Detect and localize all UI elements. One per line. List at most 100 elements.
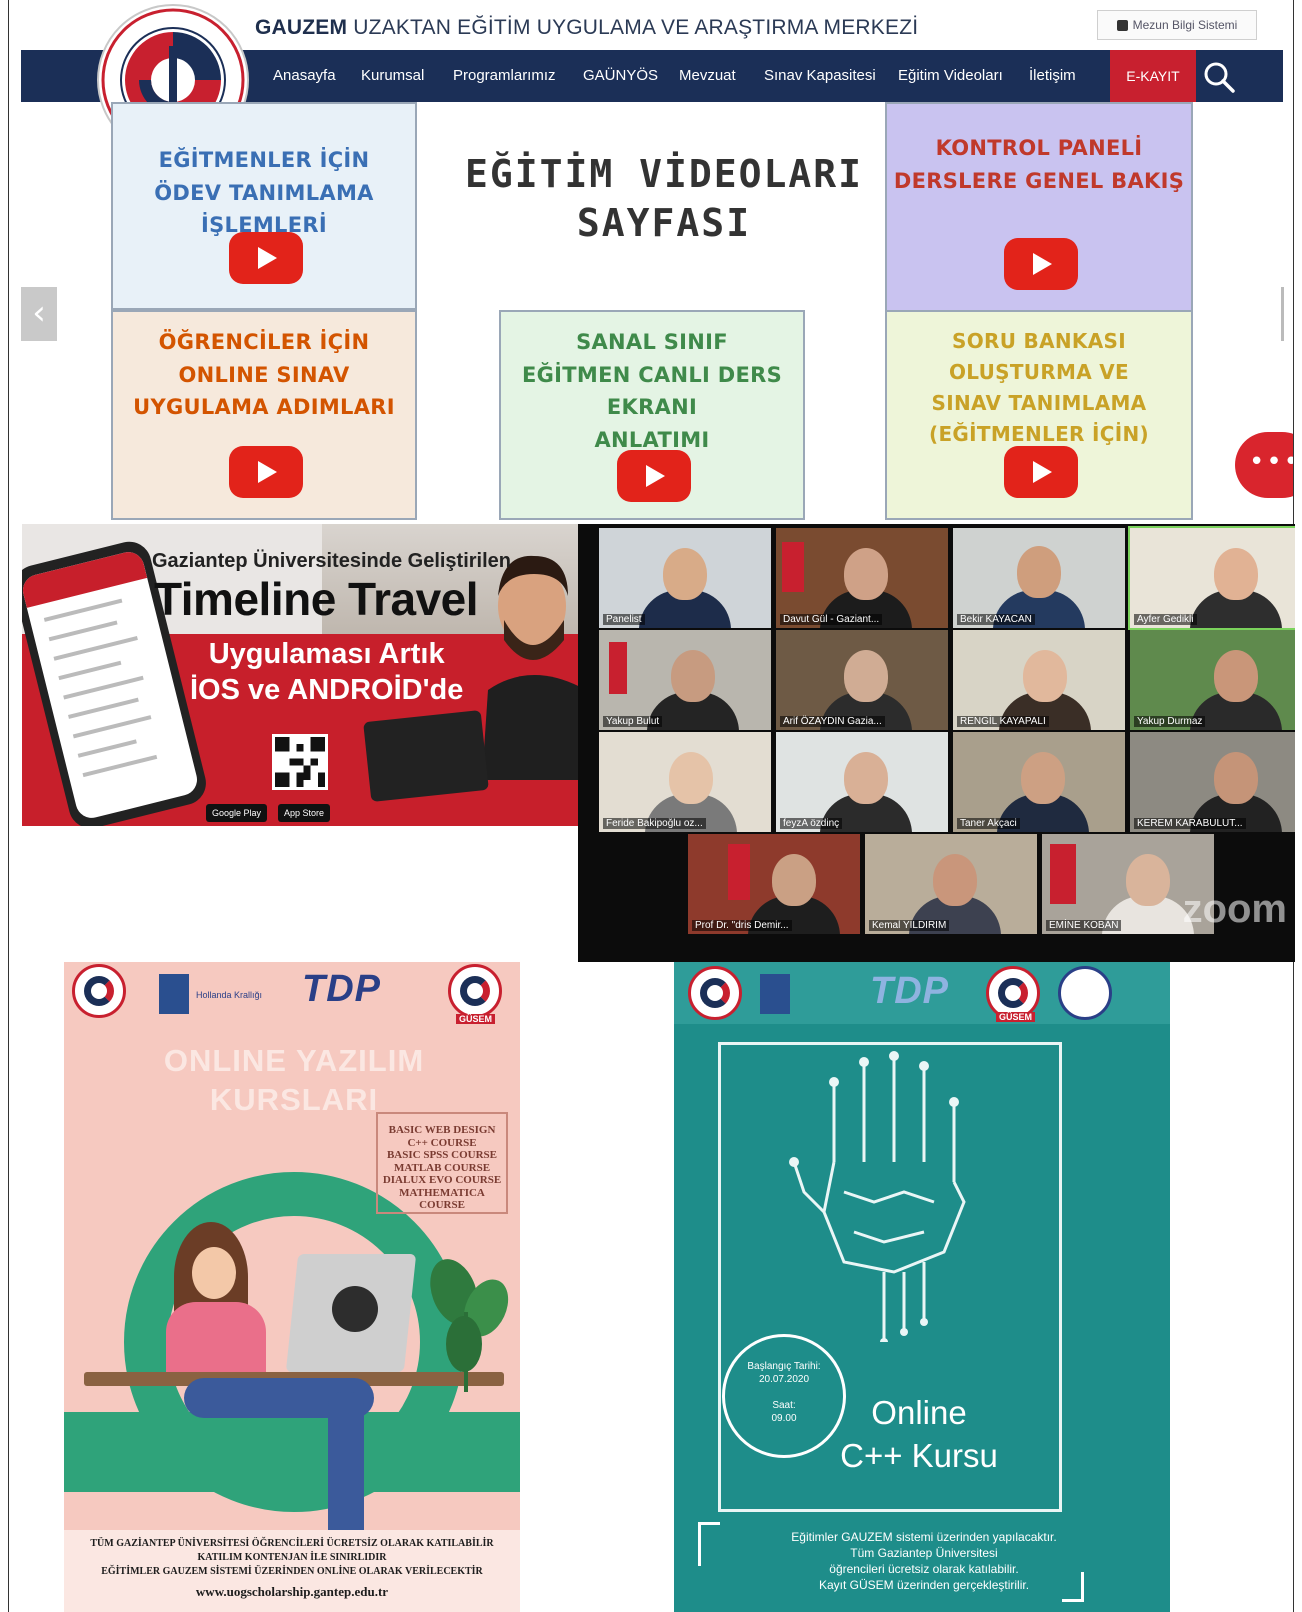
video-tile-online-sinav[interactable]: ÖĞRENCİLER İÇİN ONLINE SINAV UYGULAMA AD… [111,310,417,520]
turkish-flag [609,642,627,694]
participant-head [844,752,888,804]
participant-tile-active: Ayfer Gedikli [1128,526,1295,630]
illustration-girl-face [192,1247,236,1299]
poster-title: ONLINE YAZILIM KURSLARI [64,1042,520,1120]
participant-tile: Panelist [599,528,771,628]
video-tile-odev-tanimlama[interactable]: EĞİTMENLER İÇİN ÖDEV TANIMLAMA İŞLEMLERİ [111,102,417,310]
nav-item-gaunyos[interactable]: GAÜNYÖS [583,50,658,102]
participant-head [671,650,715,702]
carousel-prev-button[interactable]: ‹ [21,287,57,341]
ad-subtitle: Uygulaması Artık İOS ve ANDROİD'de [190,636,463,709]
graduate-icon [1116,19,1128,31]
participant-head [933,854,977,906]
participant-tile: Yakup Bulut [599,630,771,730]
mezun-bilgi-sistemi-button[interactable]: Mezun Bilgi Sistemi [1097,10,1257,40]
poster-title-line2: C++ Kursu [840,1436,998,1474]
circuit-hand-icon [789,1051,966,1342]
illustration-girl-shirt [166,1302,266,1382]
participant-name: Prof Dr. "dris Demir... [692,920,792,931]
participant-head [1126,854,1170,906]
bottom-line2: Tüm Gaziantep Üniversitesi [850,1546,998,1560]
participant-name: KEREM KARABULUT... [1134,818,1246,829]
nav-item-mevzuat[interactable]: Mevzuat [679,50,736,102]
search-icon[interactable] [1201,59,1237,95]
turkish-flag [782,542,804,592]
participant-name: EMİNE KOBAN [1046,920,1122,931]
youtube-play-icon[interactable] [617,450,691,502]
carousel-next-button[interactable] [1281,287,1284,341]
participant-head [844,548,888,600]
participant-tile: Prof Dr. "dris Demir... [688,834,860,934]
phone-list-line [58,660,122,681]
tile-label: SANAL SINIF EĞİTMEN CANLI DERS EKRANI AN… [501,326,803,456]
nav-item-programlarimiz[interactable]: Programlarımız [453,50,556,102]
participant-tile: Feride Bakipoğlu oz... [599,732,771,832]
bottom-line4: Kayıt GÜSEM üzerinden gerçekleştirilir. [818,1578,1030,1592]
chat-button[interactable]: ••• [1235,432,1293,498]
phone-list-line [53,636,138,661]
google-play-badge[interactable]: Google Play [206,804,268,822]
university-logo-icon [688,966,742,1020]
app-store-badge[interactable]: App Store [278,804,331,822]
nav-item-anasayfa[interactable]: Anasayfa [273,50,336,102]
nav-item-egitim-videolari[interactable]: Eğitim Videoları [898,50,1003,102]
netherlands-label: Hollanda Krallığı [196,990,263,1000]
youtube-play-icon[interactable] [1004,238,1078,290]
zoom-meeting-grid: Panelist Davut Gül - Gaziant... Bekir KA… [578,524,1295,962]
youtube-play-icon[interactable] [229,232,303,284]
video-tile-kontrol-paneli[interactable]: KONTROL PANELİ DERSLERE GENEL BAKIŞ [885,102,1193,312]
gusem-label: GÜSEM [996,1012,1036,1022]
tile-label-line: EĞİTMENLER İÇİN [158,148,370,172]
slide-title-line1: EĞİTİM VİDEOLARI [464,152,864,196]
participant-name: Feride Bakipoğlu oz... [603,818,706,829]
participant-name: Davut Gül - Gaziant... [780,614,883,625]
footer-line3: EĞİTİMLER GAUZEM SİSTEMİ ÜZERİNDEN ONLİN… [101,1566,483,1577]
tile-label: EĞİTMENLER İÇİN ÖDEV TANIMLAMA İŞLEMLERİ [113,144,415,242]
start-date-value: 20.07.2020 [758,1373,810,1385]
nav-item-sinav-kapasitesi[interactable]: Sınav Kapasitesi [764,50,876,102]
participant-head [772,854,816,906]
course-item: BASIC WEB DESIGN [388,1124,496,1136]
footer-line1: TÜM GAZİANTEP ÜNİVERSİTESİ ÖĞRENCİLERİ Ü… [90,1538,494,1549]
youtube-play-icon[interactable] [229,446,303,498]
ekayit-button[interactable]: E-KAYIT [1110,50,1196,102]
site-title-bold: GAUZEM [255,16,348,39]
participant-head [1017,546,1061,598]
tile-label-line: EĞİTMEN CANLI DERS EKRANI [521,362,783,420]
tile-label-line: SINAV TANIMLAMA [931,391,1147,415]
participant-name: Kemal YILDIRIM [869,920,950,931]
participant-name: Yakup Bulut [603,716,663,727]
bottom-row: Hollanda Krallığı TDP GÜSEM ONLINE YAZIL… [8,962,1294,1612]
poster-logos: TDP GÜSEM [674,962,1170,1024]
phone-list-line [68,697,139,719]
course-item: C++ COURSE [407,1136,477,1149]
timeline-travel-ad: Gaziantep Üniversitesinde Geliştirilen T… [22,524,580,826]
phone-list-line [77,739,137,758]
video-tile-sanal-sinif[interactable]: SANAL SINIF EĞİTMEN CANLI DERS EKRANI AN… [499,310,805,520]
video-tile-soru-bankasi[interactable]: SORU BANKASI OLUŞTURMA VE SINAV TANIMLAM… [885,310,1193,520]
participant-tile: Kemal YILDIRIM [865,834,1037,934]
tile-label-line: DERSLERE GENEL BAKIŞ [893,168,1185,193]
ad-title: Timeline Travel [154,573,479,625]
phone-list-line [82,754,158,778]
poster-bottom-text: Eğitimler GAUZEM sistemi üzerinden yapıl… [718,1490,1130,1598]
nav-item-iletisim[interactable]: İletişim [1029,50,1076,102]
participant-tile: feyzA özdinç [776,732,948,832]
university-logo-icon [72,964,126,1018]
poster-title-line1: Online [871,1394,967,1431]
tile-label: SORU BANKASI OLUŞTURMA VE SINAV TANIMLAM… [887,326,1191,450]
participant-head [844,650,888,702]
online-software-courses-poster: Hollanda Krallığı TDP GÜSEM ONLINE YAZIL… [64,962,520,1612]
youtube-play-icon[interactable] [1004,446,1078,498]
tile-label-line: ÖĞRENCİLER İÇİN [158,330,370,354]
participant-name: Panelist [603,614,645,625]
zoom-watermark: zoom [1182,887,1287,931]
middle-row: Gaziantep Üniversitesinde Geliştirilen T… [8,524,1295,962]
gusem-logo-icon [448,964,502,1018]
circuit-logo-icon [332,1286,378,1332]
participant-tile: Davut Gül - Gaziant... [776,528,948,628]
nav-item-kurumsal[interactable]: Kurumsal [361,50,424,102]
participant-name: Taner Akçaci [957,818,1020,829]
tile-label-line: KONTROL PANELİ [935,136,1143,160]
poster-title: Online C++ Kursu [824,1392,1014,1478]
